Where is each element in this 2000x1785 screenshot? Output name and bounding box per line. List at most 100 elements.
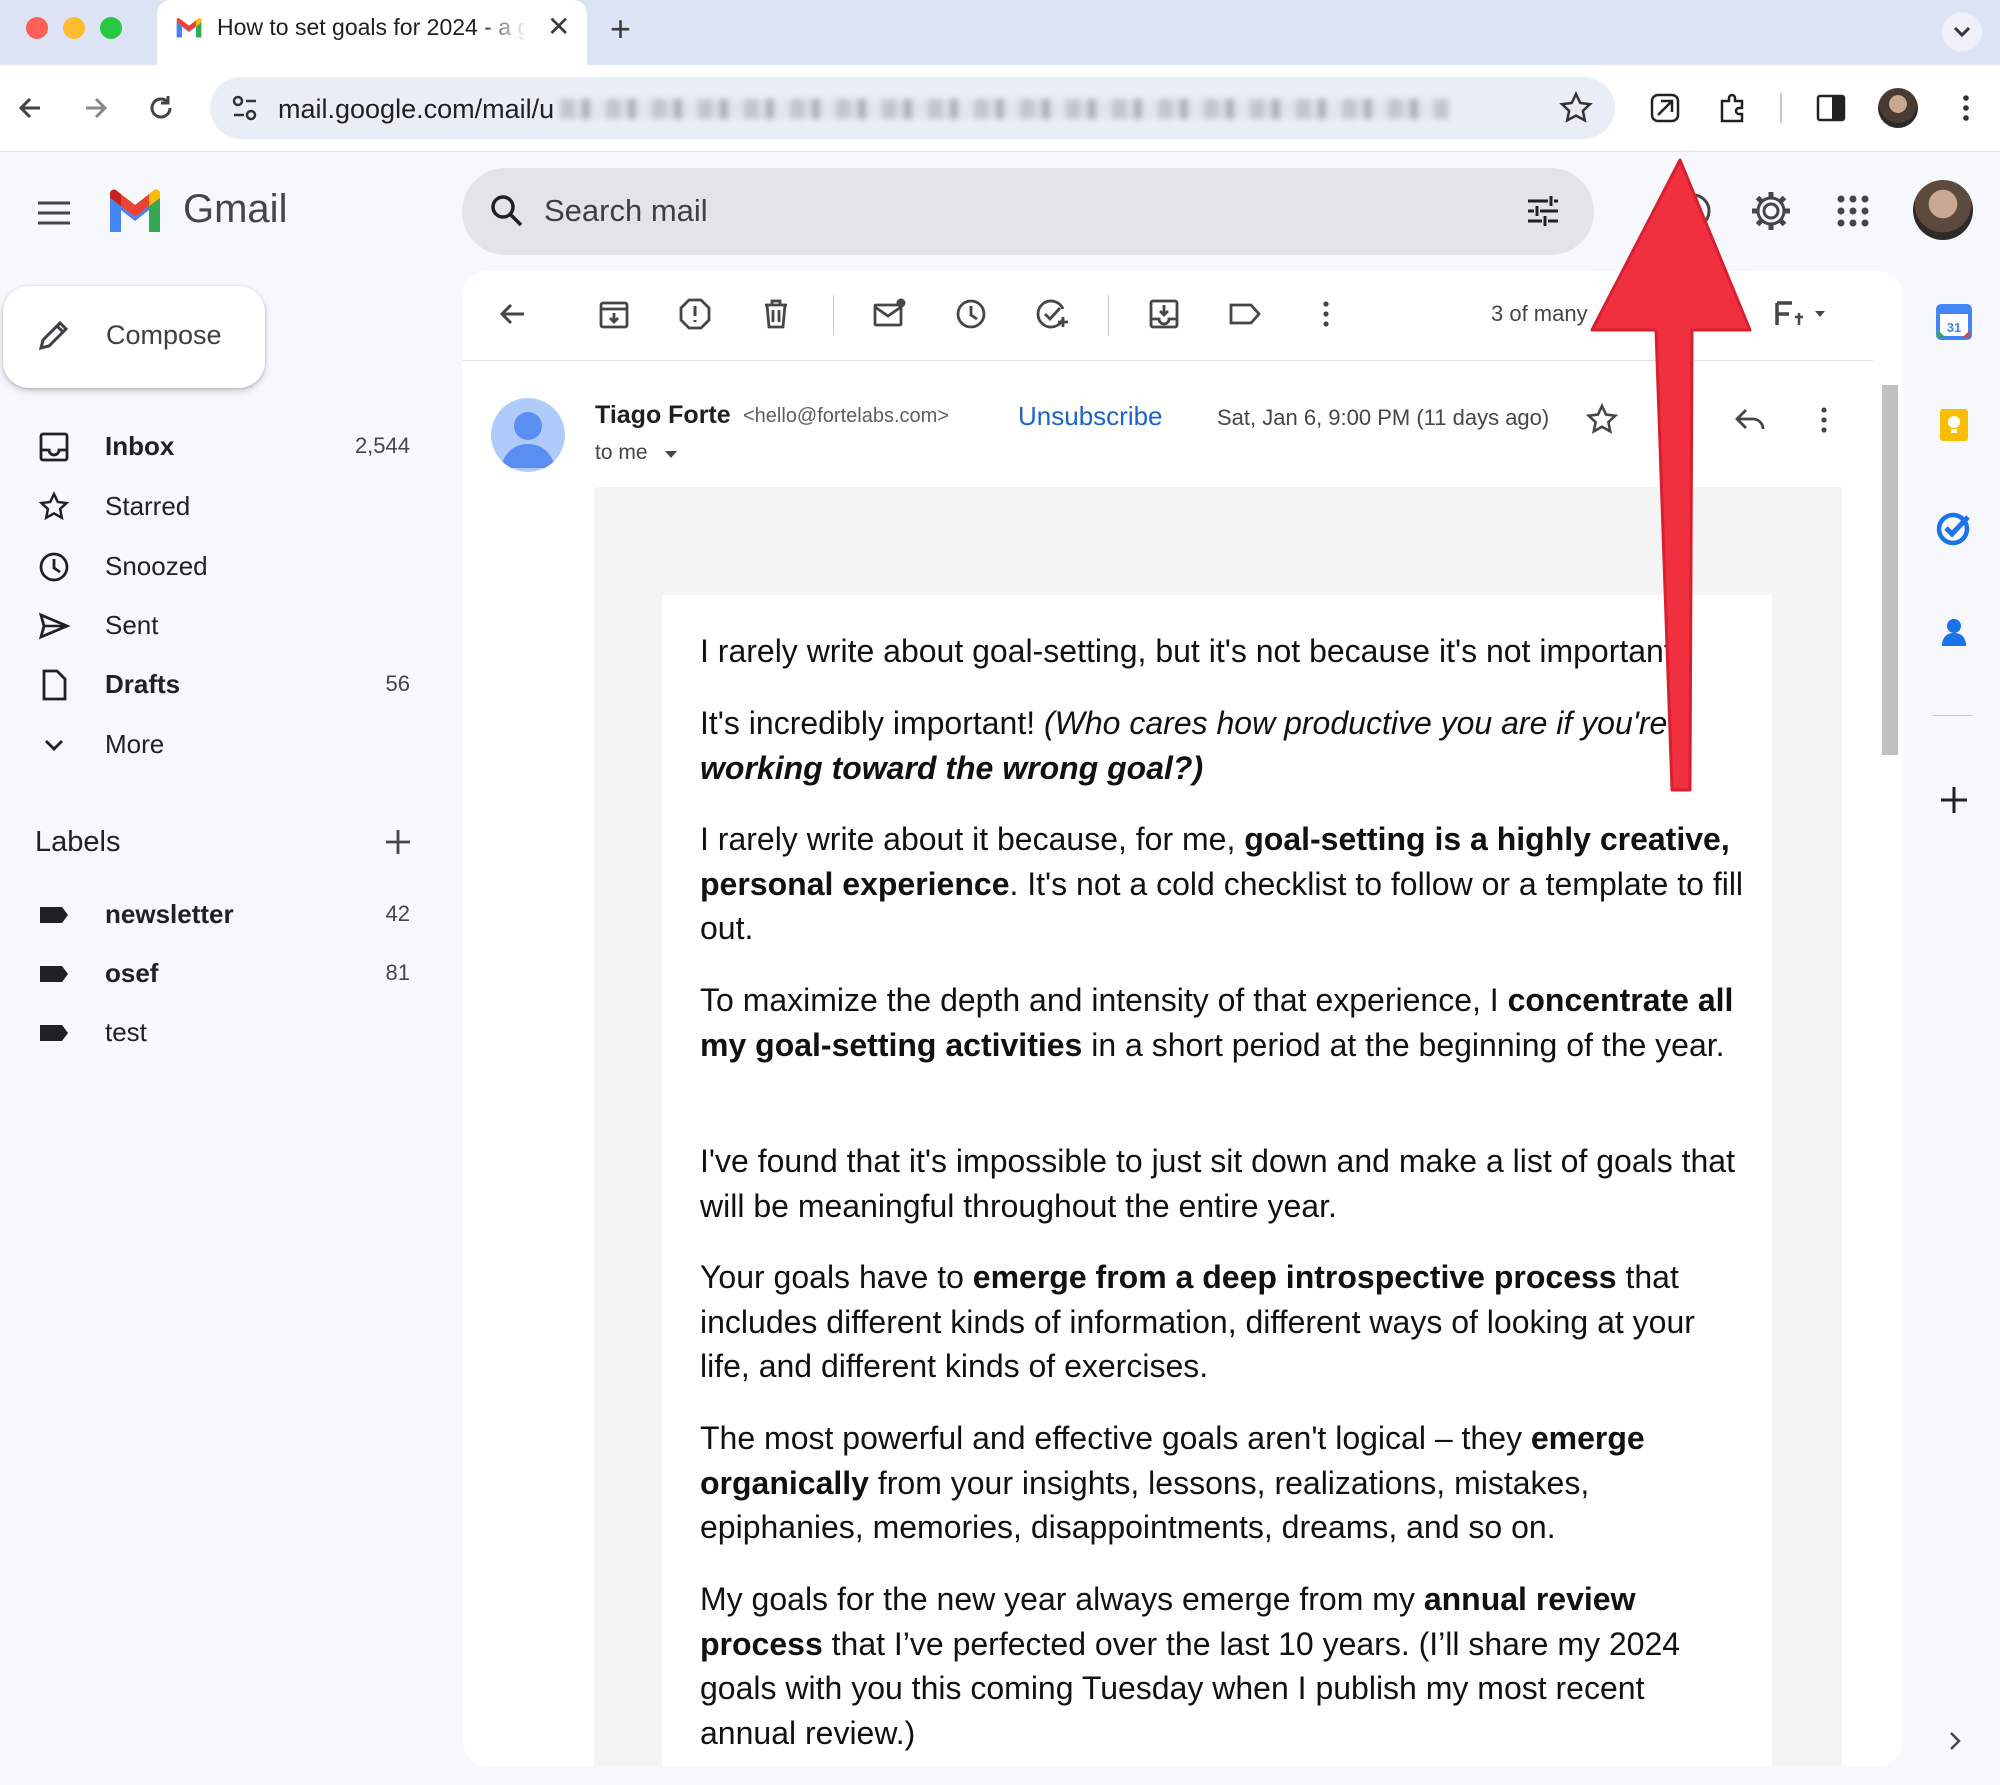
- sender-avatar: [491, 398, 565, 472]
- account-avatar[interactable]: [1913, 180, 1973, 240]
- get-addons-plus-icon[interactable]: [1934, 780, 1974, 820]
- sidebar-item-drafts[interactable]: Drafts 56: [0, 657, 440, 713]
- email-paragraph: I've found that it's impossible to just …: [700, 1143, 1735, 1224]
- email-paragraph: My goals for the new year always emerge …: [700, 1581, 1681, 1751]
- search-options-icon[interactable]: [1522, 190, 1564, 232]
- gmail-favicon-icon: [176, 18, 202, 38]
- mark-unread-icon[interactable]: [870, 295, 908, 333]
- sidebar-item-label: Drafts: [105, 669, 181, 699]
- draft-icon: [42, 669, 67, 701]
- label-name: newsletter: [105, 899, 234, 929]
- back-to-inbox-icon[interactable]: [494, 295, 532, 333]
- label-tag-icon: [40, 1025, 68, 1041]
- site-settings-icon[interactable]: [224, 87, 266, 129]
- reload-icon[interactable]: [140, 87, 182, 129]
- sidebar-item-inbox[interactable]: Inbox 2,544: [0, 419, 440, 475]
- label-name: test: [105, 1017, 147, 1047]
- new-tab-button[interactable]: +: [610, 8, 631, 50]
- label-name: osef: [105, 958, 159, 988]
- sidebar-item-more[interactable]: More: [0, 717, 440, 773]
- snooze-clock-icon[interactable]: [952, 295, 990, 333]
- gmail-logo-icon[interactable]: [106, 188, 164, 234]
- more-vert-icon[interactable]: [1307, 295, 1345, 333]
- keep-notes-icon[interactable]: [1934, 405, 1974, 445]
- window-zoom-button[interactable]: [100, 17, 122, 39]
- calendar-icon[interactable]: 31: [1934, 302, 1974, 342]
- email-paragraph: The most powerful and effective goals ar…: [700, 1420, 1645, 1545]
- tab-close-icon[interactable]: ✕: [547, 10, 570, 43]
- sidebar-item-label: Inbox: [105, 431, 175, 461]
- more-vert-icon[interactable]: [1945, 87, 1987, 129]
- label-count: 81: [385, 960, 410, 985]
- sidebar-item-label: More: [105, 729, 165, 759]
- sender-email: <hello@fortelabs.com>: [743, 405, 949, 427]
- toolbar-separator: [1108, 295, 1109, 335]
- star-icon: [38, 491, 70, 521]
- inbox-icon: [39, 432, 69, 462]
- delete-trash-icon[interactable]: [757, 295, 795, 333]
- profile-avatar[interactable]: [1878, 88, 1918, 128]
- browser-tab-active[interactable]: How to set goals for 2024 - a guide ✕: [157, 0, 587, 65]
- archive-icon[interactable]: [595, 295, 633, 333]
- sidebar-item-sent[interactable]: Sent: [0, 598, 440, 654]
- tab-search-button[interactable]: [1942, 12, 1982, 52]
- label-icon[interactable]: [1226, 295, 1264, 333]
- add-label-icon[interactable]: [380, 824, 416, 860]
- input-tools-icon[interactable]: [1773, 295, 1829, 333]
- sidebar-item-label: Starred: [105, 491, 191, 521]
- expand-side-panel-icon[interactable]: [1940, 1726, 1970, 1756]
- compose-button[interactable]: Compose: [3, 286, 265, 388]
- move-to-icon[interactable]: [1145, 295, 1183, 333]
- caret-down-icon[interactable]: [663, 449, 679, 461]
- sender-name: Tiago Forte: [595, 401, 731, 429]
- unsubscribe-link[interactable]: Unsubscribe: [1018, 401, 1163, 432]
- pagination-text: 3 of many: [1491, 301, 1588, 326]
- chevron-down-icon: [1953, 26, 1971, 38]
- red-arrow-annotation: [1590, 158, 1752, 792]
- side-panel-icon[interactable]: [1810, 87, 1852, 129]
- sidebar-item-starred[interactable]: Starred: [0, 479, 440, 535]
- drafts-count: 56: [385, 671, 410, 696]
- recipient-text[interactable]: to me: [595, 441, 648, 465]
- apps-grid-icon[interactable]: [1830, 188, 1876, 234]
- tasks-icon[interactable]: [1934, 508, 1974, 548]
- compose-label: Compose: [106, 320, 222, 350]
- search-icon[interactable]: [486, 190, 528, 232]
- labels-heading: Labels: [35, 826, 121, 858]
- sidebar-item-label: Snoozed: [105, 551, 208, 581]
- contacts-icon[interactable]: [1934, 612, 1974, 652]
- forward-icon[interactable]: [74, 87, 116, 129]
- report-spam-icon[interactable]: [676, 295, 714, 333]
- clock-icon: [39, 552, 69, 582]
- sidebar-label-newsletter[interactable]: newsletter 42: [0, 887, 440, 943]
- label-tag-icon: [40, 907, 68, 923]
- search-input[interactable]: Search mail: [544, 193, 708, 229]
- address-bar[interactable]: mail.google.com/mail/u: [210, 77, 1615, 139]
- message-scrollbar-thumb[interactable]: [1882, 385, 1898, 755]
- message-date: Sat, Jan 6, 9:00 PM (11 days ago): [1217, 405, 1550, 430]
- bookmark-star-icon[interactable]: [1555, 87, 1597, 129]
- back-icon[interactable]: [10, 87, 52, 129]
- sidebar-item-label: Sent: [105, 610, 159, 640]
- main-menu-icon[interactable]: [34, 193, 74, 233]
- window-close-button[interactable]: [26, 17, 48, 39]
- search-bar[interactable]: Search mail: [462, 168, 1594, 255]
- sidebar-label-test[interactable]: test: [0, 1005, 440, 1061]
- toolbar-separator: [1780, 93, 1782, 123]
- sidebar-item-snoozed[interactable]: Snoozed: [0, 539, 440, 595]
- add-to-tasks-icon[interactable]: [1033, 295, 1071, 333]
- person-icon: [501, 412, 555, 468]
- extensions-puzzle-icon[interactable]: [1712, 87, 1754, 129]
- sidebar-label-osef[interactable]: osef 81: [0, 946, 440, 1002]
- more-vert-icon[interactable]: [1805, 401, 1843, 439]
- label-tag-icon: [40, 966, 68, 982]
- label-count: 42: [385, 901, 410, 926]
- gmail-wordmark: Gmail: [183, 187, 288, 231]
- browser-tab-strip: How to set goals for 2024 - a guide ✕ +: [0, 0, 2000, 65]
- extension-send-icon[interactable]: [1644, 87, 1686, 129]
- url-redacted: [560, 99, 1450, 119]
- email-paragraph: Your goals have to emerge from a deep in…: [700, 1259, 1695, 1384]
- email-paragraph: I rarely write about it because, for me,…: [700, 821, 1744, 946]
- toolbar-separator: [833, 295, 834, 335]
- window-minimize-button[interactable]: [63, 17, 85, 39]
